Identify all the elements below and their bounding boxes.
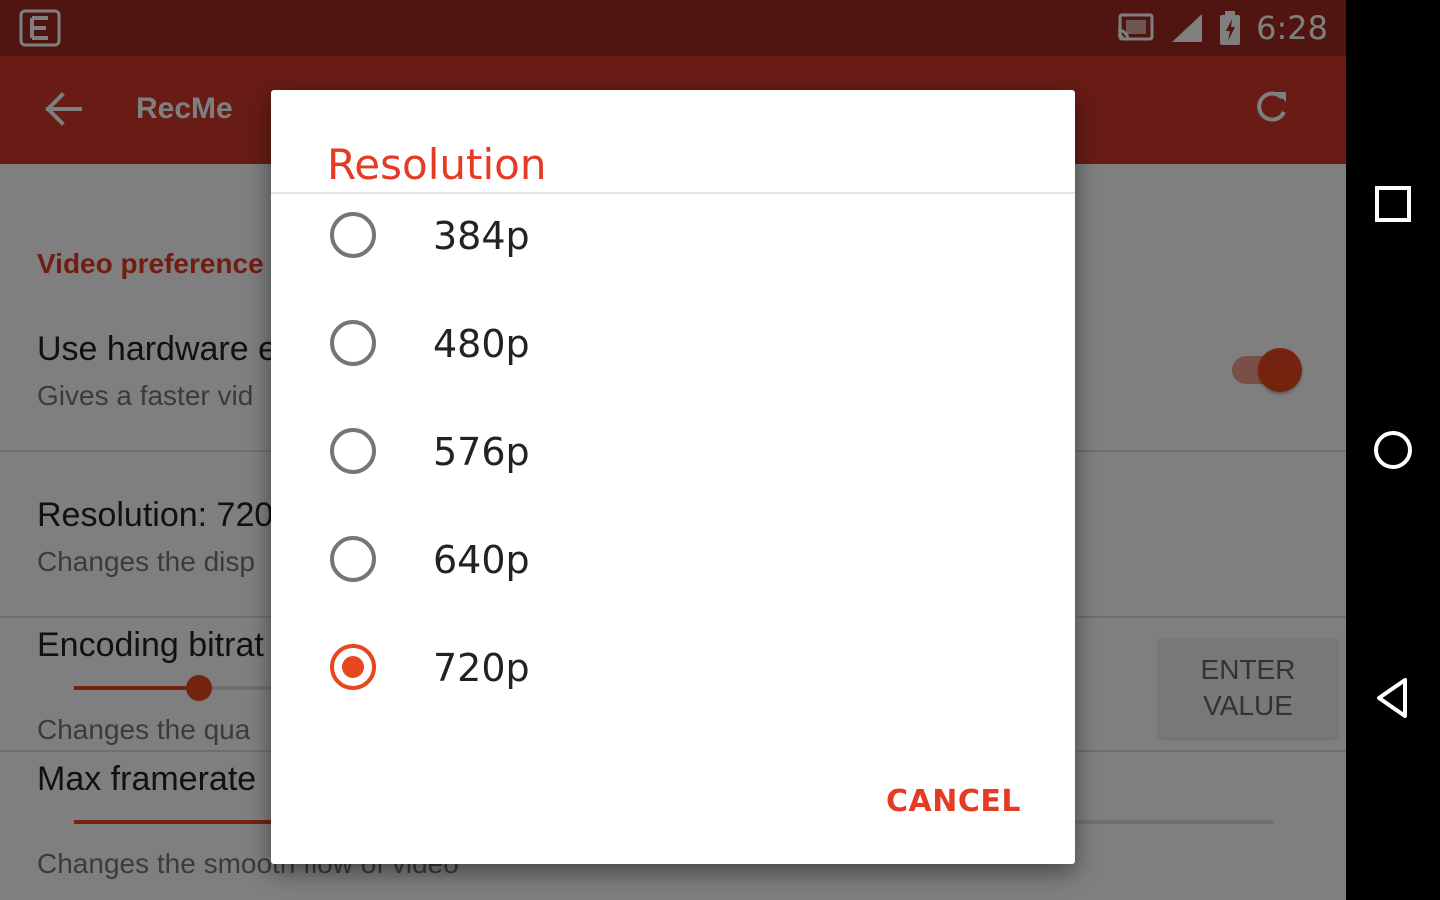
resolution-option-720p[interactable]: 720p [271, 618, 1075, 718]
option-label: 640p [433, 538, 530, 582]
radio-button[interactable] [330, 320, 376, 366]
system-nav-bar [1346, 0, 1440, 900]
radio-button[interactable] [330, 212, 376, 258]
option-label: 384p [433, 214, 530, 258]
option-label: 720p [433, 646, 530, 690]
resolution-option-480p[interactable]: 480p [271, 294, 1075, 394]
radio-button[interactable] [330, 536, 376, 582]
cancel-button[interactable]: CANCEL [886, 784, 1021, 819]
option-label: 480p [433, 322, 530, 366]
radio-button[interactable] [330, 428, 376, 474]
recents-square-icon[interactable] [1371, 182, 1415, 226]
dialog-title: Resolution [327, 140, 547, 189]
resolution-option-576p[interactable]: 576p [271, 402, 1075, 502]
option-label: 576p [433, 430, 530, 474]
resolution-dialog: Resolution 384p 480p 576p 640p 720p CANC… [271, 90, 1075, 864]
home-circle-icon[interactable] [1371, 428, 1415, 472]
back-triangle-icon[interactable] [1371, 676, 1415, 720]
resolution-option-384p[interactable]: 384p [271, 186, 1075, 286]
resolution-option-640p[interactable]: 640p [271, 510, 1075, 610]
radio-button-checked[interactable] [330, 644, 376, 690]
app-screen: 6:28 RecMe Video preference Use hardware… [0, 0, 1346, 900]
